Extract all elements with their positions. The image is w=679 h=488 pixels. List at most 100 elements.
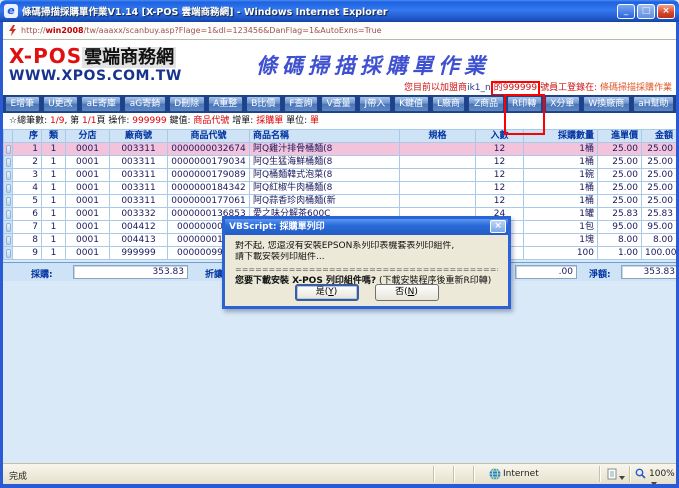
cell [400,195,476,208]
cell: 25.00 [598,143,642,156]
gutter-header [4,130,13,143]
minimize-button[interactable]: _ [617,4,635,19]
cell: 阿Q桶麵韓式泡菜(8 [250,169,400,182]
cell: 1 [42,221,66,234]
toolbar-button-E增筆[interactable]: E增筆 [5,96,40,112]
cell: 25.00 [642,182,677,195]
cell: 0000000177061 [168,195,250,208]
toolbar-button-V查量[interactable]: V查量 [321,96,356,112]
maximize-button[interactable]: □ [637,4,655,19]
toolbar-button-L廠商[interactable]: L廠商 [432,96,466,112]
dialog-message-line2: 請下載安裝列印組件... [235,252,498,263]
cell: 25.00 [642,195,677,208]
page-error-icon [8,21,17,40]
yes-button[interactable]: 是(Y) [295,284,359,301]
row-selector[interactable] [6,184,11,193]
url-segment: /tw/aaaxx/scanbuy.asp?Flage=1&dl=123456&… [84,26,382,35]
toolbar-button-W換廠商[interactable]: W換廠商 [583,96,630,112]
login-info: 您目前以加盟商ik1_n的999999號員工登錄在: 條碼掃描採購作業 [404,80,672,96]
cell: 0001 [66,182,110,195]
internet-zone-icon [489,468,501,483]
cell: 1桶 [524,143,598,156]
dialog-close-icon[interactable]: × [490,220,506,233]
toolbar-button-aG寄銷[interactable]: aG寄銷 [124,96,165,112]
cell: 003311 [110,156,168,169]
status-segment: ☆總筆數: [9,116,50,126]
status-segment: 單 [310,116,319,126]
column-header: 金額 [642,130,677,143]
column-header: 序 [13,130,42,143]
row-selector[interactable] [6,197,11,206]
zoom-mode-icon[interactable] [607,468,625,483]
toolbar-button-X分單[interactable]: X分單 [545,96,580,112]
cell: 25.00 [598,169,642,182]
table-row[interactable]: 5100010033110000000177061阿Q蒜香珍肉桶麵(新121桶2… [4,195,677,208]
cell: 004412 [110,221,168,234]
row-gutter [4,195,13,208]
row-selector[interactable] [6,223,11,232]
cell: 0001 [66,143,110,156]
ie-icon: e [4,4,18,18]
toolbar-button-aE寄庫[interactable]: aE寄庫 [81,96,121,112]
toolbar-button-J帶入[interactable]: J帶入 [359,96,391,112]
row-selector[interactable] [6,236,11,245]
table-row[interactable]: 2100010033110000000179034阿Q生猛海鮮桶麵(8121桶2… [4,156,677,169]
print-dialog: VBScript: 採購單列印 × 對不起, 您還沒有安裝EPSON系列印表機套… [222,216,511,309]
window-frame-bottom [0,484,679,488]
close-button[interactable]: × [657,4,675,19]
url-segment: win2008 [46,26,84,35]
toolbar-button-Z商品[interactable]: Z商品 [468,96,503,112]
column-header: 採購數量 [524,130,598,143]
cell: 003311 [110,143,168,156]
cell: 12 [476,195,524,208]
cell: 1 [42,169,66,182]
cell: 8.00 [598,234,642,247]
toolbar-button-A重整[interactable]: A重整 [208,96,243,112]
cell: 0001 [66,156,110,169]
purchase-total-field[interactable]: 353.83 [73,265,188,279]
no-button[interactable]: 否(N) [375,284,439,301]
toolbar-button-K鍵值[interactable]: K鍵值 [394,96,429,112]
net-total-field[interactable]: 353.83 [621,265,679,279]
row-selector[interactable] [6,249,11,258]
cell: 0000000179034 [168,156,250,169]
table-row[interactable]: 4100010033110000000184342阿Q紅椒牛肉桶麵(8121桶2… [4,182,677,195]
cell: 4 [13,182,42,195]
cell: 25.00 [642,156,677,169]
address-bar[interactable]: http://win2008/tw/aaaxx/scanbuy.asp?Flag… [3,22,676,40]
window-title: 條碼掃描採購單作業V1.14 [X-POS 雲端商務網] - Windows I… [22,4,617,18]
column-header: 類 [42,130,66,143]
page-title: 條碼掃描採購單作業 [223,50,523,80]
table-row[interactable]: 3100010033110000000179089阿Q桶麵韓式泡菜(8121碗2… [4,169,677,182]
status-segment: 1/9 [50,116,64,126]
toolbar-button-R印轉[interactable]: R印轉 [507,96,542,112]
cell: 12 [476,169,524,182]
cell: 1桶 [524,182,598,195]
cell: 25.83 [598,208,642,221]
record-status-row: ☆總筆數: 1/9, 第 1/1頁 操作: 999999 鍵值: 商品代號 增單… [3,113,676,129]
toolbar-button-aH幫助[interactable]: aH幫助 [633,96,674,112]
row-selector[interactable] [6,171,11,180]
toolbar-button-B比價[interactable]: B比價 [246,96,281,112]
cell: 1 [42,195,66,208]
table-row[interactable]: 1100010033110000000032674阿Q雞汁排骨桶麵(8121桶2… [4,143,677,156]
cell [400,156,476,169]
cell: 003332 [110,208,168,221]
cell: 阿Q雞汁排骨桶麵(8 [250,143,400,156]
toolbar-button-U更改[interactable]: U更改 [43,96,79,112]
browser-status-bar: 完成 Internet 100% [3,463,676,484]
row-selector[interactable] [6,145,11,154]
net-total-label: 淨額: [589,267,611,280]
status-segment: 鍵值: [167,116,194,126]
cell: 阿Q蒜香珍肉桶麵(新 [250,195,400,208]
cell: 12 [476,156,524,169]
toolbar-button-F查詢[interactable]: F查詢 [284,96,318,112]
row-selector[interactable] [6,210,11,219]
row-selector[interactable] [6,158,11,167]
purchase-total-label: 採購: [31,267,53,280]
dialog-title: VBScript: 採購單列印 [229,222,325,232]
cell: 1 [42,182,66,195]
cell: 003311 [110,182,168,195]
toolbar-button-D刪除[interactable]: D刪除 [169,96,205,112]
tax-field[interactable]: .00 [515,265,577,279]
